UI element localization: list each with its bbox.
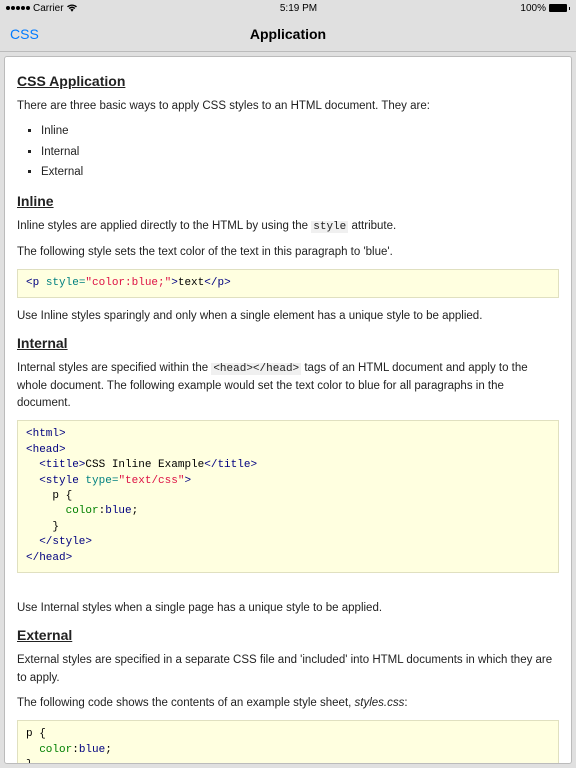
inline-para-2: The following style sets the text color … <box>17 244 559 261</box>
intro-text: There are three basic ways to apply CSS … <box>17 98 559 115</box>
heading-main: CSS Application <box>17 71 559 92</box>
internal-para-1: Internal styles are specified within the… <box>17 360 559 412</box>
status-bar: Carrier 5:19 PM 100% <box>0 0 576 16</box>
code-inline: style <box>311 221 348 233</box>
code-block-inline: <p style="color:blue;">text</p> <box>17 269 559 298</box>
page-title: Application <box>250 26 326 42</box>
signal-icon <box>6 6 30 10</box>
heading-inline: Inline <box>17 191 559 212</box>
code-block-internal: <html> <head> <title>CSS Inline Example<… <box>17 420 559 573</box>
list-item: Inline <box>41 123 559 140</box>
list-item: External <box>41 164 559 181</box>
time-label: 5:19 PM <box>280 3 317 14</box>
carrier-label: Carrier <box>33 3 64 14</box>
list-item: Internal <box>41 144 559 161</box>
document-content[interactable]: CSS Application There are three basic wa… <box>4 56 572 764</box>
code-inline: <head></head> <box>211 363 301 375</box>
battery-label: 100% <box>520 3 546 14</box>
inline-para-3: Use Inline styles sparingly and only whe… <box>17 308 559 325</box>
code-block-external-css: p { color:blue; } <box>17 720 559 764</box>
heading-external: External <box>17 625 559 646</box>
ways-list: Inline Internal External <box>41 123 559 181</box>
wifi-icon <box>67 4 77 12</box>
external-para-2: The following code shows the contents of… <box>17 695 559 712</box>
back-button[interactable]: CSS <box>10 26 39 42</box>
internal-para-2: Use Internal styles when a single page h… <box>17 600 559 617</box>
external-para-1: External styles are specified in a separ… <box>17 652 559 687</box>
heading-internal: Internal <box>17 333 559 354</box>
battery-icon <box>549 4 570 12</box>
inline-para-1: Inline styles are applied directly to th… <box>17 218 559 236</box>
nav-bar: CSS Application <box>0 16 576 52</box>
